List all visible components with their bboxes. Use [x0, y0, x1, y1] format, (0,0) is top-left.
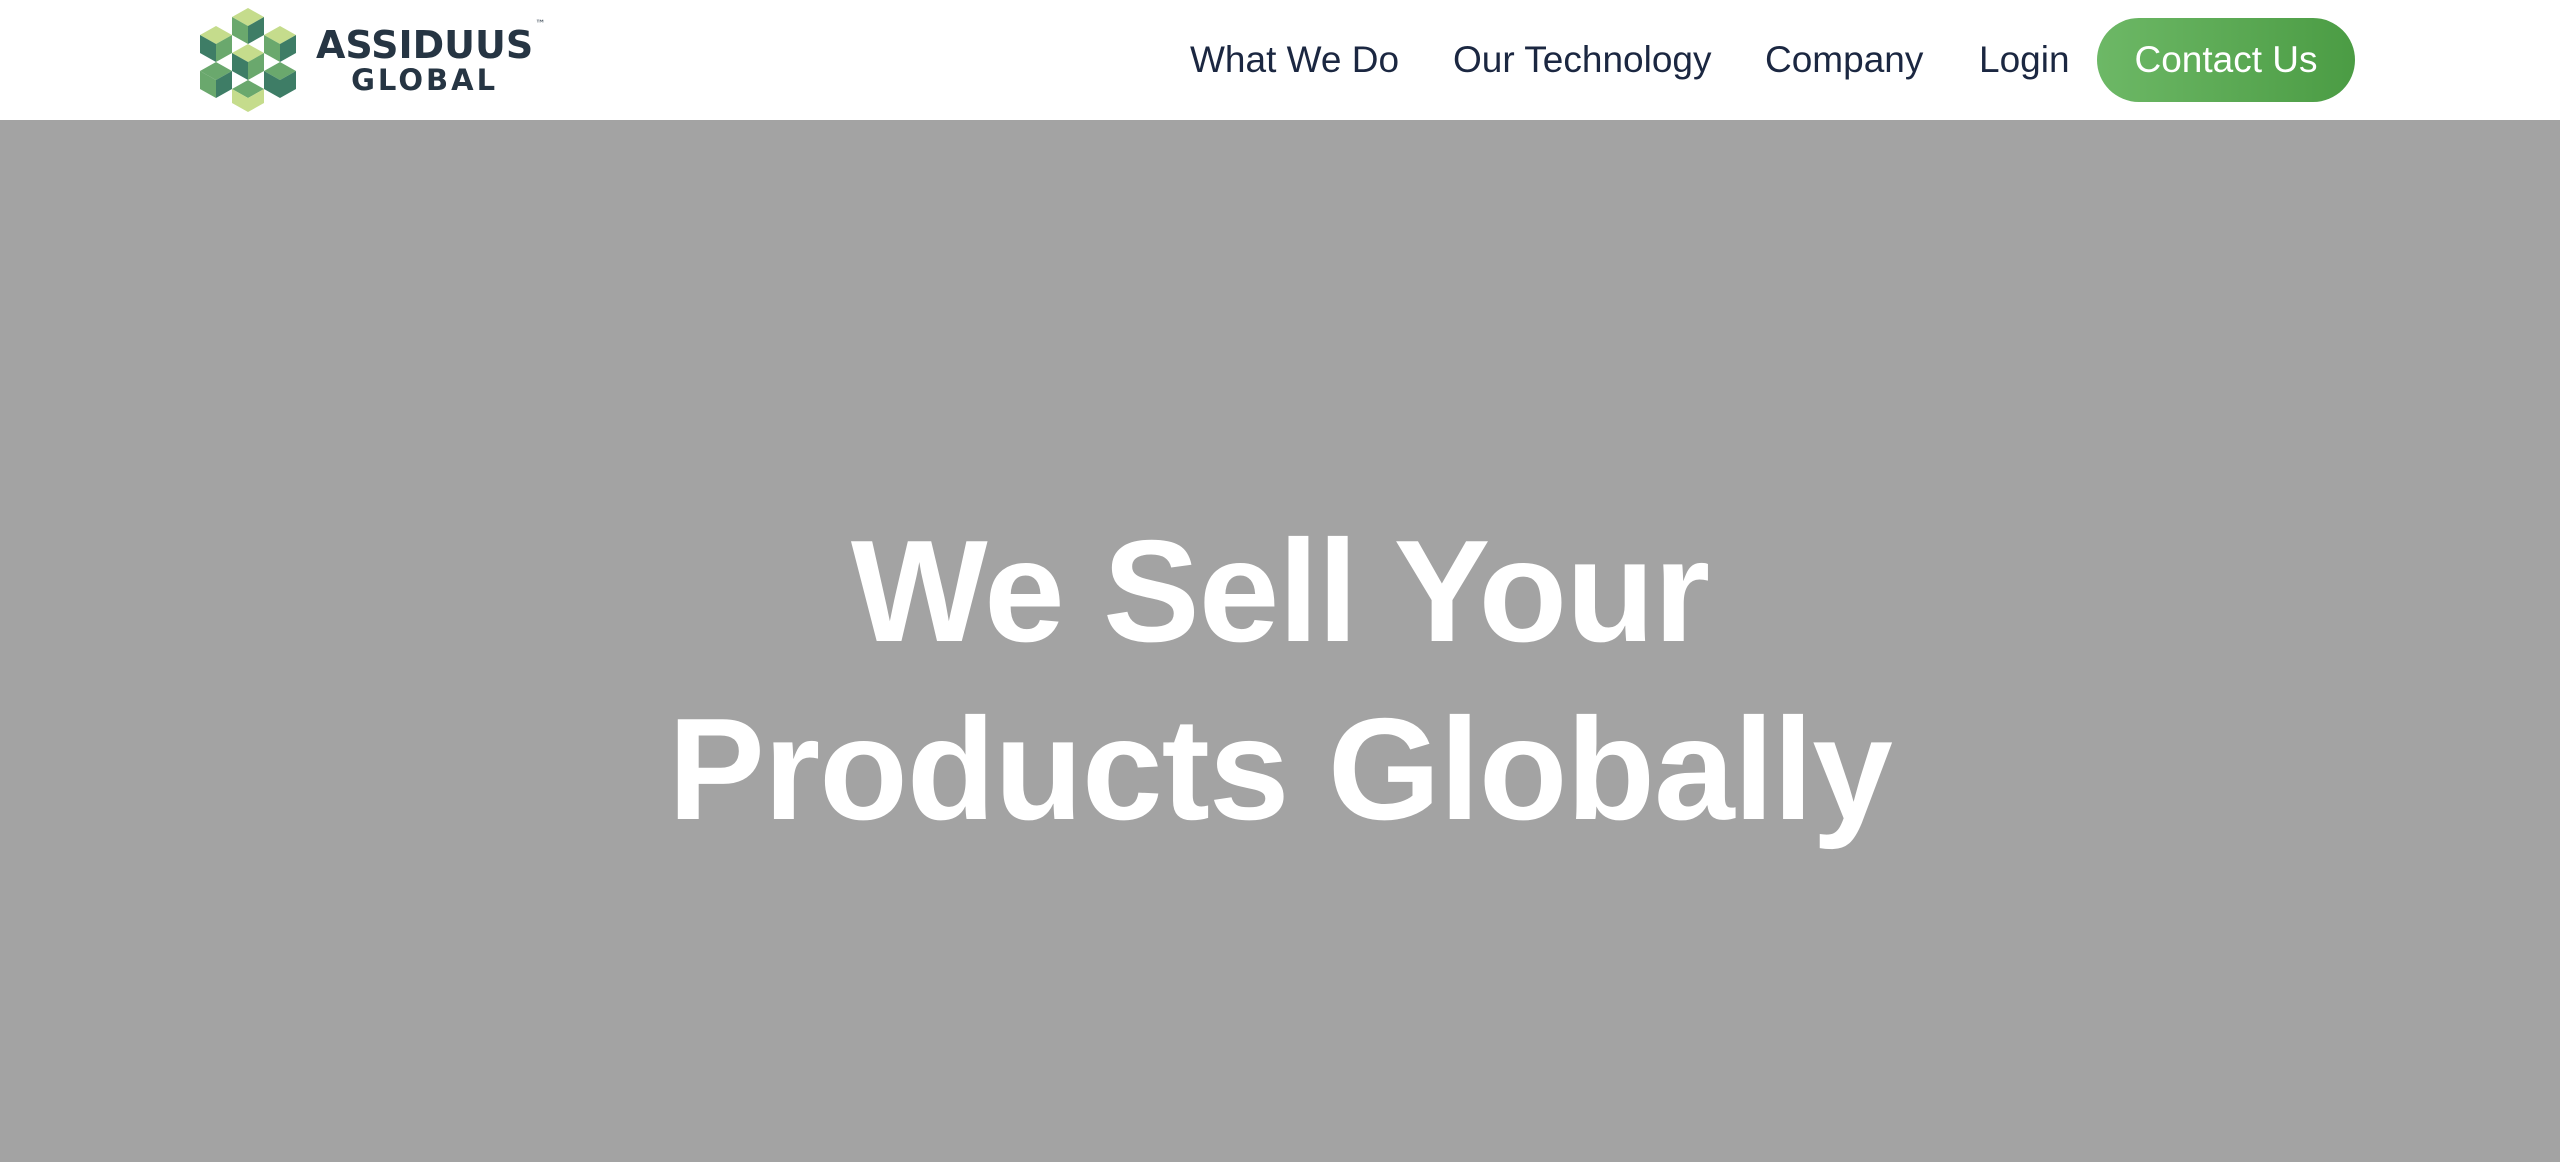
hero-section: We Sell Your Products Globally — [0, 120, 2560, 1162]
hero-title-line-1: We Sell Your — [850, 510, 1710, 672]
trademark-symbol: ™ — [535, 18, 546, 30]
logo-wordmark: ASSIDUUS GLOBAL ™ — [316, 19, 545, 97]
nav-our-technology[interactable]: Our Technology — [1453, 38, 1711, 82]
nav-what-we-do[interactable]: What We Do — [1190, 38, 1399, 82]
cube-logo-icon — [200, 8, 296, 112]
contact-us-button[interactable]: Contact Us — [2097, 18, 2355, 102]
site-header: ASSIDUUS GLOBAL ™ What We Do Our Technol… — [0, 0, 2560, 120]
logo-line-global: GLOBAL — [351, 62, 499, 97]
nav-company[interactable]: Company — [1765, 38, 1923, 82]
logo-link[interactable]: ASSIDUUS GLOBAL ™ — [200, 8, 545, 112]
hero-title-line-2: Products Globally — [668, 688, 1893, 850]
nav-login[interactable]: Login — [1979, 38, 2070, 82]
hero-title: We Sell Your Products Globally — [0, 502, 2560, 858]
logo-line-assiduus: ASSIDUUS — [316, 22, 534, 67]
